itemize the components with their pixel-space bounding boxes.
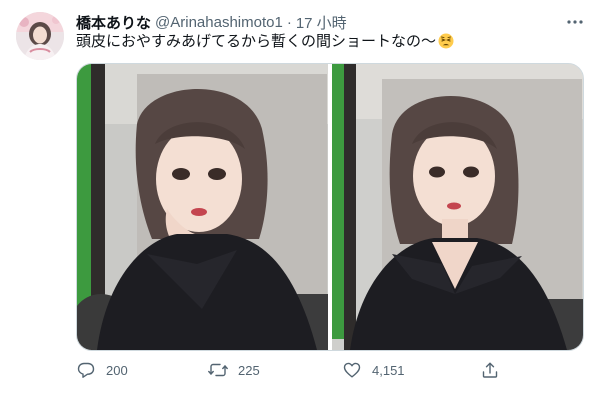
reply-button[interactable]: 200: [76, 358, 128, 382]
photo-2[interactable]: [332, 64, 583, 350]
more-options-button[interactable]: [565, 12, 585, 32]
user-handle[interactable]: @Arinahashimoto1: [155, 14, 283, 31]
avatar[interactable]: [16, 12, 64, 60]
retweet-count: 225: [238, 362, 260, 378]
tweet-body: 頭皮におやすみあげてるから暫くの間ショートなの〜: [76, 33, 437, 50]
share-button[interactable]: [480, 358, 500, 382]
tweet[interactable]: 橋本ありな @Arinahashimoto1 · 17 小時 頭皮におやすみあげ…: [0, 0, 598, 394]
reply-count: 200: [106, 362, 128, 378]
avatar-image: [16, 12, 64, 60]
tweet-text: 頭皮におやすみあげてるから暫くの間ショートなの〜: [76, 32, 576, 52]
like-count: 4,151: [372, 362, 405, 378]
photo-1-image: [77, 64, 328, 350]
display-name[interactable]: 橋本ありな: [76, 12, 151, 33]
retweet-icon: [208, 360, 228, 380]
timestamp[interactable]: 17 小時: [296, 12, 347, 33]
share-icon: [480, 360, 500, 380]
media-grid: [76, 63, 584, 351]
photo-2-image: [332, 64, 583, 350]
more-dots-icon: [567, 20, 583, 24]
separator-dot: ·: [286, 13, 292, 31]
tired-face-emoji-icon: [438, 33, 454, 49]
action-bar: 200 225 4,151: [76, 358, 506, 382]
like-button[interactable]: 4,151: [342, 358, 405, 382]
retweet-button[interactable]: 225: [208, 358, 260, 382]
heart-icon: [342, 360, 362, 380]
reply-icon: [76, 360, 96, 380]
tweet-header: 橋本ありな @Arinahashimoto1 · 17 小時: [76, 12, 347, 32]
photo-1[interactable]: [77, 64, 328, 350]
